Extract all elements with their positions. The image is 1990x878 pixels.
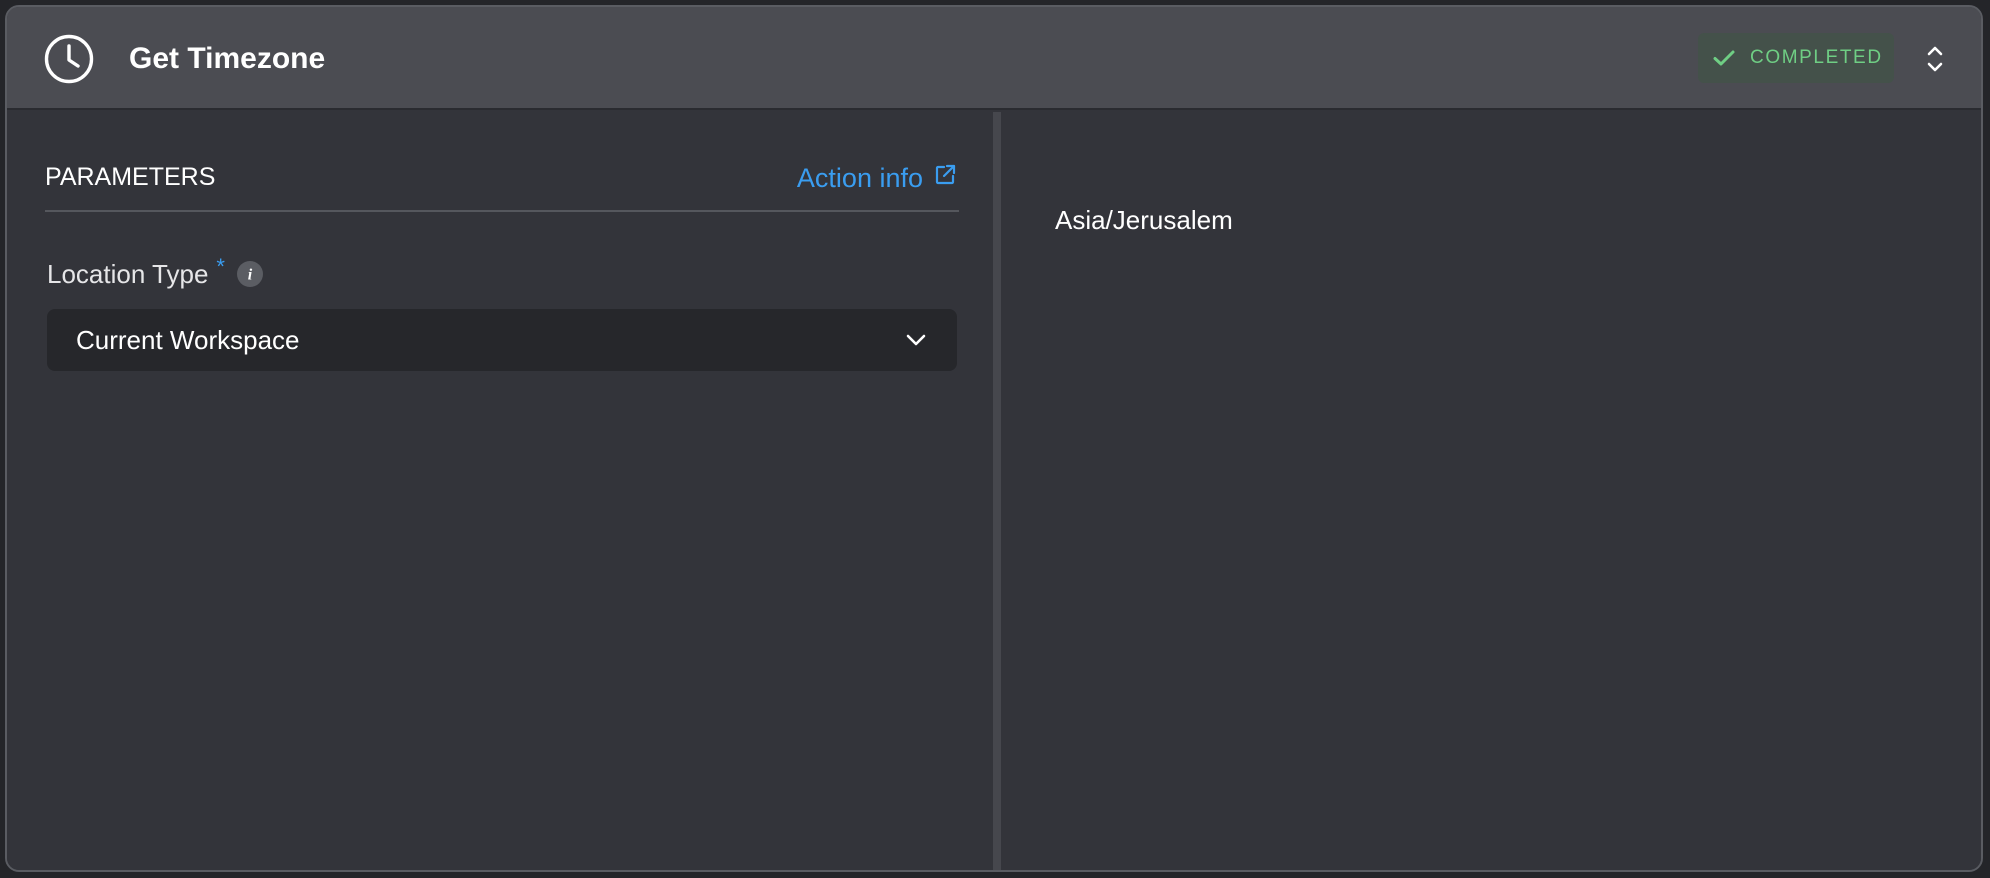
location-type-label: Location Type xyxy=(47,259,209,289)
card-header: Get Timezone COMPLETED xyxy=(7,7,1981,110)
clock-icon xyxy=(44,34,94,84)
action-card: Get Timezone COMPLETED PARAMETERS Action… xyxy=(5,5,1983,872)
info-icon[interactable]: i xyxy=(236,261,263,287)
required-asterisk: * xyxy=(216,254,225,279)
expand-collapse-icon[interactable] xyxy=(1919,41,1951,77)
svg-text:i: i xyxy=(248,267,253,284)
status-badge: COMPLETED xyxy=(1698,33,1894,83)
external-link-icon xyxy=(935,164,956,185)
action-info-link[interactable]: Action info xyxy=(797,162,957,194)
parameters-divider xyxy=(45,210,959,212)
check-icon xyxy=(1713,50,1735,66)
location-type-value: Current Workspace xyxy=(76,325,300,355)
panel-resize-divider[interactable] xyxy=(993,112,1001,870)
result-value: Asia/Jerusalem xyxy=(1055,205,1233,235)
chevron-down-icon xyxy=(906,334,926,346)
action-title: Get Timezone xyxy=(129,42,326,75)
action-info-label: Action info xyxy=(796,163,923,193)
parameters-title: PARAMETERS xyxy=(45,163,216,191)
status-text: COMPLETED xyxy=(1750,47,1883,68)
location-type-select[interactable]: Current Workspace xyxy=(47,309,957,371)
parameters-panel: PARAMETERS Action info Location Type * i… xyxy=(7,112,993,870)
result-panel: Asia/Jerusalem xyxy=(1001,112,1981,870)
location-type-label-row: Location Type * i xyxy=(47,254,263,290)
